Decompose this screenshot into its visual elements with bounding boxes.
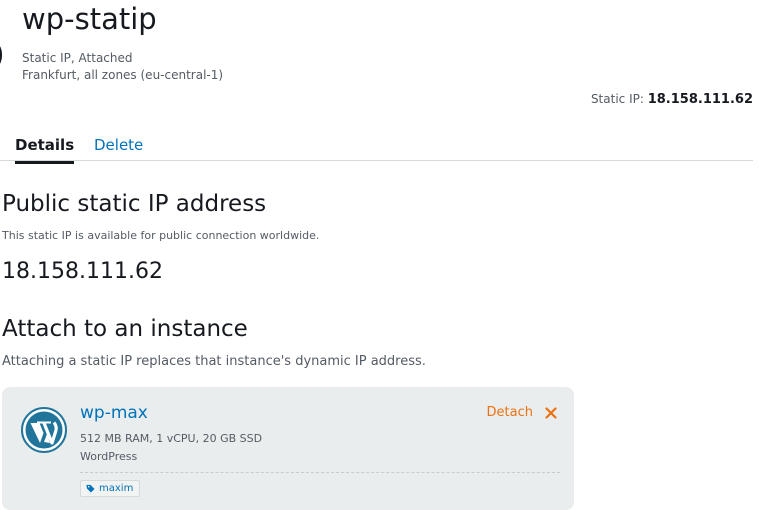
public-ip-description: This static IP is available for public c… xyxy=(2,229,320,242)
tab-bar: Details Delete xyxy=(0,128,753,164)
instance-name-link[interactable]: wp-max xyxy=(80,403,148,423)
tag-label: maxim xyxy=(99,483,134,494)
attached-instance-card: wp-max 512 MB RAM, 1 vCPU, 20 GB SSD Wor… xyxy=(2,387,574,510)
page-title: wp-statip xyxy=(22,2,157,36)
static-ip-value: 18.158.111.62 xyxy=(647,92,753,107)
attach-description: Attaching a static IP replaces that inst… xyxy=(2,354,426,369)
instance-blueprint: WordPress xyxy=(80,450,138,463)
static-ip-summary: Static IP: 18.158.111.62 xyxy=(591,92,753,107)
partial-icon-outline xyxy=(0,38,2,72)
location-text: Frankfurt, all zones (eu-central-1) xyxy=(22,68,224,82)
status-text: Static IP, Attached xyxy=(22,51,133,65)
wordpress-icon xyxy=(21,407,67,453)
tab-details[interactable]: Details xyxy=(15,135,75,164)
resource-meta: Static IP, Attached Frankfurt, all zones… xyxy=(22,50,223,84)
tag-icon xyxy=(86,484,95,493)
detach-label: Detach xyxy=(486,405,533,420)
instance-tag[interactable]: maxim xyxy=(80,480,141,497)
card-divider xyxy=(80,472,560,473)
tab-delete[interactable]: Delete xyxy=(94,135,143,155)
detach-button[interactable]: Detach xyxy=(487,405,557,420)
instance-specs: 512 MB RAM, 1 vCPU, 20 GB SSD xyxy=(80,432,263,445)
attach-heading: Attach to an instance xyxy=(2,316,248,342)
public-ip-heading: Public static IP address xyxy=(2,191,267,217)
public-ip-value: 18.158.111.62 xyxy=(2,259,163,284)
static-ip-label: Static IP: xyxy=(590,92,644,106)
close-icon xyxy=(545,406,557,419)
